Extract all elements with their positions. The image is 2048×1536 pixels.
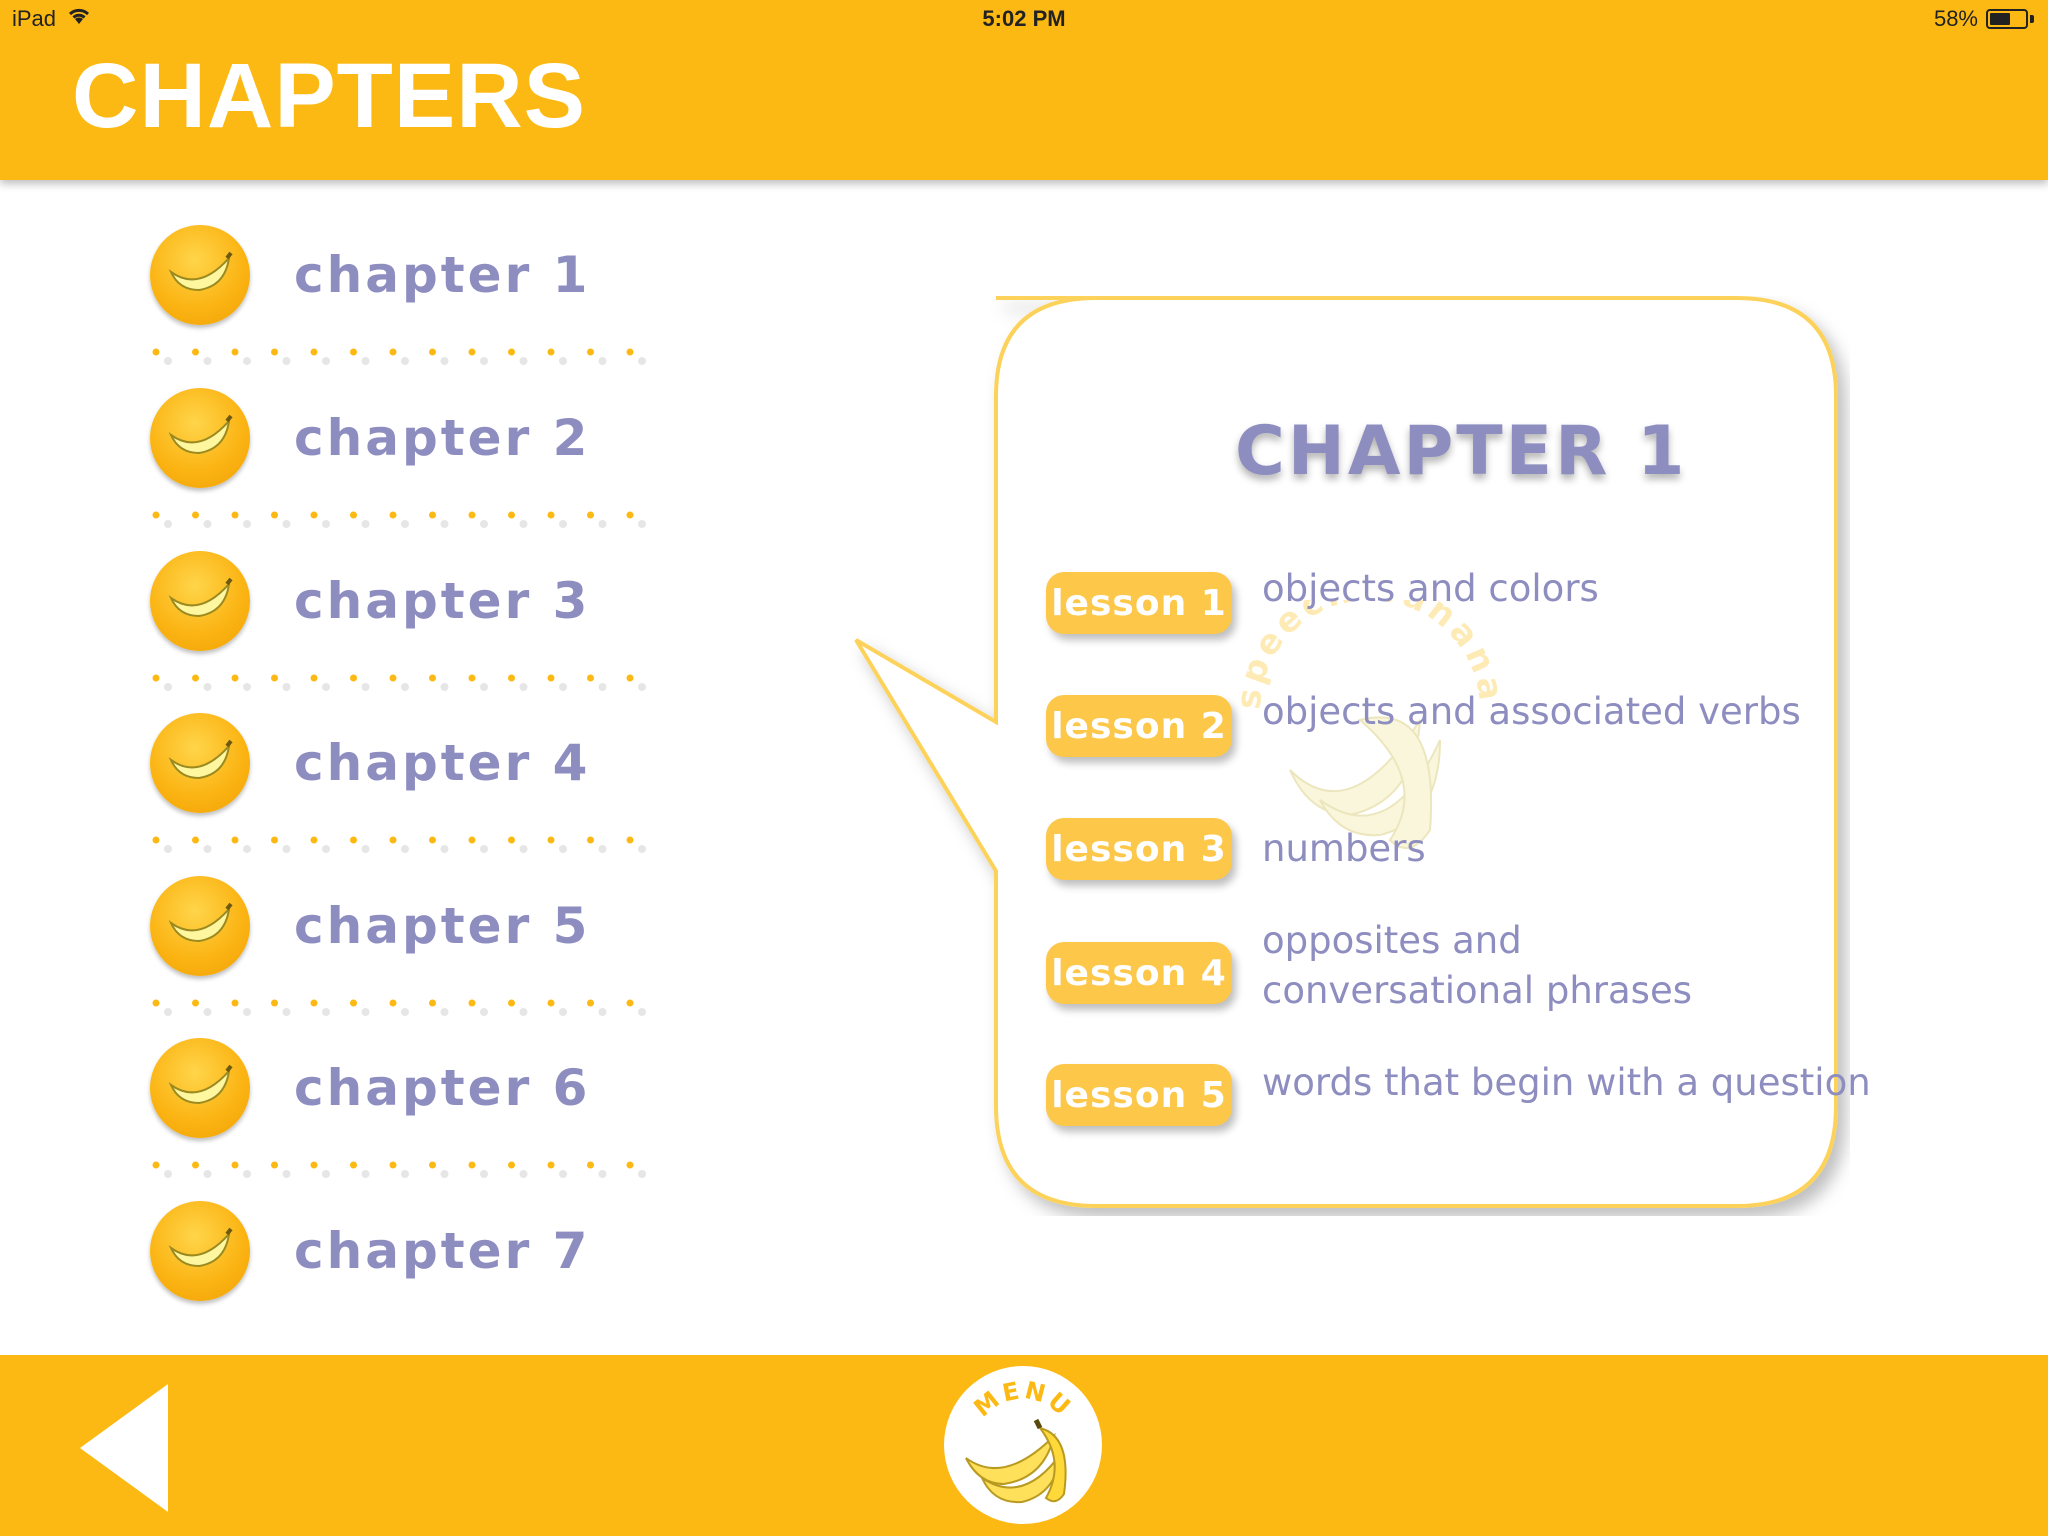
chapter-item-2[interactable]: chapter 2 — [150, 383, 670, 493]
lesson-row-1: lesson 1 objects and colors — [1046, 567, 1822, 634]
lesson-description: objects and associated verbs — [1262, 690, 1801, 733]
lesson-4-button[interactable]: lesson 4 — [1046, 942, 1232, 1004]
dotted-divider — [152, 999, 646, 1016]
lesson-row-4: lesson 4 opposites and conversational ph… — [1046, 919, 1782, 1016]
back-button[interactable] — [76, 1380, 172, 1516]
chapter-label: chapter 4 — [294, 734, 591, 792]
lesson-5-button[interactable]: lesson 5 — [1046, 1064, 1232, 1126]
banana-icon — [150, 1201, 250, 1301]
dotted-divider — [152, 511, 646, 528]
dotted-divider — [152, 836, 646, 853]
chapter-item-7[interactable]: chapter 7 — [150, 1196, 670, 1306]
dotted-divider — [152, 348, 646, 365]
chapter-item-3[interactable]: chapter 3 — [150, 546, 670, 656]
banana-icon — [150, 876, 250, 976]
banana-icon — [150, 388, 250, 488]
banana-icon — [150, 1038, 250, 1138]
header-bar: iPad 5:02 PM 58% CHAPTERS — [0, 0, 2048, 180]
chapter-item-4[interactable]: chapter 4 — [150, 708, 670, 818]
lesson-2-button[interactable]: lesson 2 — [1046, 695, 1232, 757]
chapter-label: chapter 6 — [294, 1059, 591, 1117]
chapter-item-1[interactable]: chapter 1 — [150, 220, 670, 330]
chapter-label: chapter 1 — [294, 246, 591, 304]
lesson-1-button[interactable]: lesson 1 — [1046, 572, 1232, 634]
chapter-heading: CHAPTER 1 — [1235, 412, 1688, 491]
lesson-row-3: lesson 3 numbers — [1046, 818, 1822, 880]
menu-label: MENU — [969, 1376, 1075, 1423]
lesson-description: objects and colors — [1262, 567, 1599, 610]
page-title: CHAPTERS — [72, 45, 587, 147]
back-arrow-icon — [80, 1384, 168, 1512]
lesson-row-2: lesson 2 objects and associated verbs — [1046, 690, 1822, 757]
chapter-label: chapter 5 — [294, 897, 591, 955]
lesson-description: words that begin with a question — [1262, 1061, 1871, 1104]
chapter-label: chapter 3 — [294, 572, 591, 630]
lesson-description: opposites and conversational phrases — [1262, 919, 1692, 1012]
status-time: 5:02 PM — [982, 6, 1066, 31]
battery-percent: 58% — [1933, 6, 1978, 31]
chapter-label: chapter 7 — [294, 1222, 591, 1280]
chapter-item-5[interactable]: chapter 5 — [150, 871, 670, 981]
battery-icon — [1986, 9, 2028, 29]
chapter-item-6[interactable]: chapter 6 — [150, 1033, 670, 1143]
dotted-divider — [152, 674, 646, 691]
menu-button[interactable]: MENU — [944, 1366, 1102, 1524]
lesson-3-button[interactable]: lesson 3 — [1046, 818, 1232, 880]
dotted-divider — [152, 1161, 646, 1178]
svg-text:MENU: MENU — [969, 1376, 1078, 1423]
banana-icon — [150, 551, 250, 651]
chapter-label: chapter 2 — [294, 409, 591, 467]
lesson-description: numbers — [1262, 827, 1426, 870]
status-right: 58% — [1934, 6, 2034, 32]
banana-bunch-icon — [965, 1418, 1067, 1504]
banana-icon — [150, 713, 250, 813]
lesson-row-5: lesson 5 words that begin with a questio… — [1046, 1061, 1882, 1126]
banana-icon — [150, 225, 250, 325]
